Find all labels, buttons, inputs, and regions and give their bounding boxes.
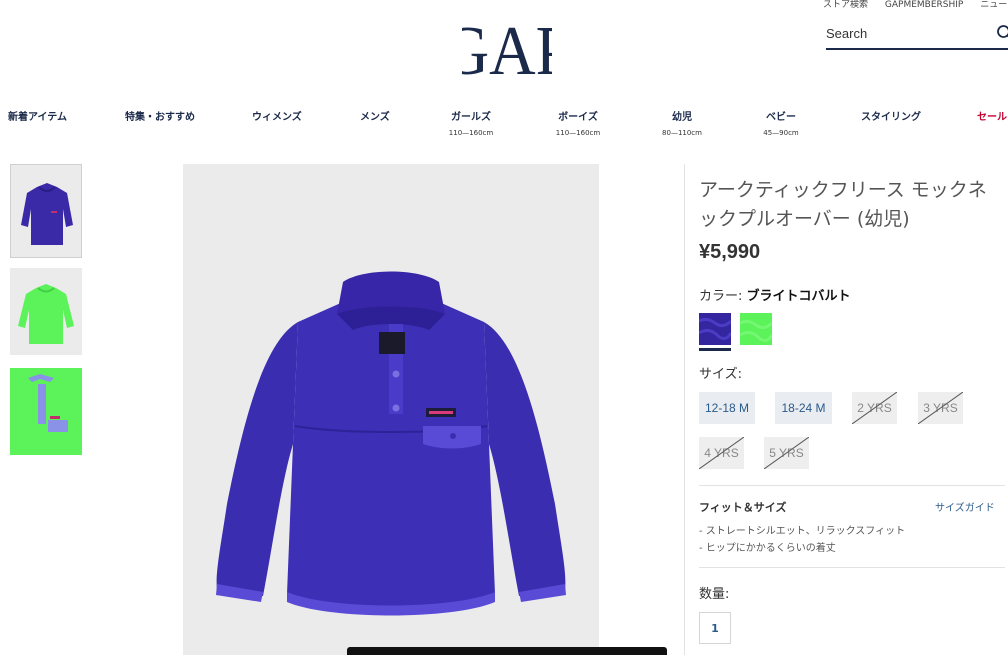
search-input[interactable] bbox=[826, 20, 986, 46]
product-thumbnail-2[interactable] bbox=[10, 268, 82, 355]
product-thumbnail-3[interactable] bbox=[10, 368, 82, 455]
product-price: ¥5,990 bbox=[699, 241, 761, 263]
nav-item-boys[interactable]: ボーイズ 110—160cm bbox=[554, 108, 602, 137]
section-divider bbox=[699, 485, 1005, 486]
floating-bar bbox=[347, 647, 667, 655]
nav-item-womens[interactable]: ウィメンズ bbox=[252, 108, 302, 123]
color-value: ブライトコバルト bbox=[746, 289, 851, 304]
fit-description-line: - ストレートシルエット、リラックスフィット bbox=[699, 526, 906, 537]
gap-logo[interactable]: GAP bbox=[443, 10, 572, 90]
nav-item-mens[interactable]: メンズ bbox=[360, 108, 390, 123]
nav-item-new[interactable]: 新着アイテム bbox=[8, 108, 67, 123]
category-nav: 新着アイテム 特集・おすすめ ウィメンズ メンズ ガールズ 110—160cm ボ… bbox=[0, 108, 1008, 144]
column-divider bbox=[684, 164, 685, 655]
gap-membership-link[interactable]: GAPMEMBERSHIP bbox=[885, 0, 963, 10]
size-option-12-18m[interactable]: 12-18 M bbox=[699, 392, 755, 424]
nav-item-sale[interactable]: セール bbox=[977, 108, 1007, 123]
nav-item-baby[interactable]: ベビー 45—90cm bbox=[762, 108, 800, 137]
nav-item-toddler[interactable]: 幼児 80—110cm bbox=[660, 108, 704, 137]
nav-item-girls[interactable]: ガールズ 110—160cm bbox=[447, 108, 495, 137]
section-divider bbox=[699, 567, 1005, 568]
fit-description-line: - ヒップにかかるくらいの着丈 bbox=[699, 543, 836, 554]
color-label: カラー: bbox=[699, 289, 743, 304]
utility-links: ストア検索 GAPMEMBERSHIP ニュー bbox=[823, 0, 1008, 10]
size-label: サイズ: bbox=[699, 367, 742, 382]
selected-swatch-indicator bbox=[699, 348, 731, 351]
logo-text: GAP bbox=[462, 12, 552, 80]
quantity-label: 数量: bbox=[699, 587, 730, 602]
product-title: アークティックフリース モックネックプルオーバー (幼児) bbox=[699, 179, 987, 230]
search-box bbox=[826, 20, 1008, 50]
size-option-5yrs[interactable]: 5 YRS bbox=[764, 437, 809, 469]
color-selection-label: カラー: ブライトコバルト bbox=[699, 285, 851, 304]
search-icon[interactable] bbox=[996, 24, 1008, 42]
color-swatch-cobalt[interactable] bbox=[698, 313, 733, 345]
quantity-selector[interactable]: 1 bbox=[699, 612, 731, 644]
size-option-4yrs[interactable]: 4 YRS bbox=[699, 437, 744, 469]
nav-item-features[interactable]: 特集・おすすめ bbox=[125, 108, 195, 123]
nav-item-styling[interactable]: スタイリング bbox=[861, 108, 921, 123]
product-thumbnail-1[interactable] bbox=[10, 164, 82, 258]
store-search-link[interactable]: ストア検索 bbox=[823, 0, 868, 10]
size-option-2yrs[interactable]: 2 YRS bbox=[852, 392, 897, 424]
product-main-image[interactable] bbox=[183, 164, 599, 655]
color-swatch-green[interactable] bbox=[739, 313, 774, 345]
size-guide-link[interactable]: サイズガイド bbox=[935, 499, 995, 514]
size-option-3yrs[interactable]: 3 YRS bbox=[918, 392, 963, 424]
size-option-18-24m[interactable]: 18-24 M bbox=[775, 392, 832, 424]
fit-size-heading: フィット＆サイズ bbox=[699, 501, 787, 514]
news-link[interactable]: ニュー bbox=[980, 0, 1007, 10]
